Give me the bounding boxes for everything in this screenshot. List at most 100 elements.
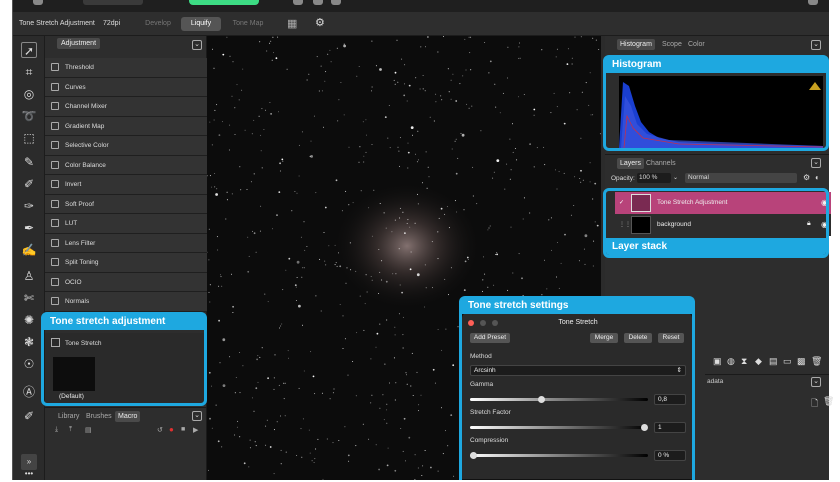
chevron-down-icon[interactable]: ⌄ — [192, 411, 202, 421]
star — [363, 161, 365, 163]
adjustment-lut[interactable]: LUT — [45, 214, 207, 234]
tab-brushes[interactable]: Brushes — [83, 411, 115, 422]
pixel-layer-icon[interactable]: ▩ — [797, 356, 806, 367]
adjustment-lens-filter[interactable]: Lens Filter — [45, 233, 207, 253]
chevron-down-icon[interactable]: ⌄ — [811, 158, 821, 168]
toolbar-icon-right[interactable] — [808, 0, 818, 5]
group-icon[interactable]: ▭ — [783, 356, 792, 367]
star — [402, 334, 404, 336]
tab-layers[interactable]: Layers — [617, 158, 645, 169]
brush-tool-icon[interactable]: ✎ — [21, 154, 37, 170]
record-icon[interactable]: ● — [169, 425, 174, 434]
blemish-tool-icon[interactable]: ❃ — [21, 334, 37, 350]
inpaint-tool-icon[interactable]: ◎ — [21, 86, 37, 102]
marquee-tool-icon[interactable]: ⬚ — [21, 130, 37, 146]
adjustment-channel-mixer[interactable]: Channel Mixer — [45, 97, 207, 117]
gear-icon[interactable]: ⚙ — [315, 16, 325, 29]
adjustment-threshold[interactable]: Threshold — [45, 58, 207, 78]
reset-icon[interactable]: ↺ — [157, 426, 163, 434]
persona-switch-green[interactable] — [189, 0, 259, 5]
opacity-row: Opacity: 100 % ⌄ Normal ⚙ ◐ — [605, 172, 829, 186]
grid-icon[interactable]: ▦ — [287, 17, 297, 30]
color-picker-icon[interactable]: ✑ — [21, 198, 37, 214]
star — [338, 99, 340, 101]
toolbar-icon-1[interactable] — [293, 0, 303, 5]
lasso-tool-icon[interactable]: ➰ — [21, 108, 37, 124]
adjustment-soft-proof[interactable]: Soft Proof — [45, 194, 207, 214]
smudge-tool-icon[interactable]: ✍ — [21, 242, 37, 258]
healing-tool-icon[interactable]: ✄ — [21, 290, 37, 306]
persona-tone-map[interactable]: Tone Map — [225, 17, 271, 31]
star — [342, 315, 344, 317]
contrast-icon[interactable]: ◐ — [815, 173, 820, 182]
tab-channels[interactable]: Channels — [643, 158, 679, 169]
tab-library[interactable]: Library — [55, 411, 82, 422]
tab-metadata[interactable]: adata — [707, 378, 723, 385]
new-layer-icon[interactable]: ▤ — [769, 356, 778, 367]
adjustment-ocio[interactable]: OCIO — [45, 272, 207, 292]
star — [255, 445, 257, 447]
star — [448, 294, 449, 296]
opacity-input[interactable]: 100 % — [637, 173, 671, 183]
star — [236, 84, 238, 86]
star — [303, 267, 305, 269]
tab-histogram[interactable]: Histogram — [617, 39, 655, 50]
eyedropper-tool-icon[interactable]: ✐ — [21, 408, 37, 424]
star — [484, 273, 486, 275]
adjustment-invert[interactable]: Invert — [45, 175, 207, 195]
opacity-dropdown-icon[interactable]: ⌄ — [673, 174, 678, 181]
chevron-down-icon[interactable]: ⌄ — [811, 377, 821, 387]
adjustment-split-toning[interactable]: Split Toning — [45, 253, 207, 273]
star — [247, 270, 250, 273]
star — [270, 40, 272, 42]
pen-tool-icon[interactable]: ✒ — [21, 220, 37, 236]
tab-adjustment[interactable]: Adjustment — [57, 38, 101, 49]
persona-develop[interactable]: Develop — [133, 17, 183, 31]
library-icon[interactable]: ▤ — [85, 426, 92, 434]
star — [419, 88, 421, 90]
chevron-down-icon[interactable]: ⌄ — [192, 40, 202, 50]
play-icon[interactable]: ▶ — [193, 426, 198, 434]
live-filter-icon[interactable]: ◆ — [755, 356, 762, 367]
import-icon[interactable]: ⤓ — [55, 426, 58, 434]
crop-tool-icon[interactable]: ⌗ — [21, 64, 37, 80]
dodge-tool-icon[interactable]: ✐ — [21, 176, 37, 192]
clone-tool-icon[interactable]: ♙ — [21, 268, 37, 284]
star — [325, 264, 327, 266]
view-tool-icon[interactable]: ☉ — [21, 356, 37, 372]
tab-color[interactable]: Color — [685, 39, 708, 50]
tab-scope[interactable]: Scope — [659, 39, 685, 50]
trash-icon[interactable]: 🗑︎ — [823, 396, 834, 407]
adjustment-gradient-map[interactable]: Gradient Map — [45, 116, 207, 136]
star — [456, 211, 458, 213]
tab-macro[interactable]: Macro — [115, 411, 141, 422]
adjustment-selective-color[interactable]: Selective Color — [45, 136, 207, 156]
fx-icon[interactable]: ▣ — [713, 356, 722, 367]
star — [510, 169, 512, 171]
adjustment-curves[interactable]: Curves — [45, 77, 207, 97]
adjustment-color-balance[interactable]: Color Balance — [45, 155, 207, 175]
star — [209, 121, 211, 123]
star — [209, 417, 211, 420]
stop-icon[interactable]: ■ — [181, 426, 185, 433]
document-icon[interactable]: 🗋︎ — [811, 396, 818, 412]
star — [590, 114, 592, 116]
chevron-down-icon[interactable]: ⌄ — [811, 40, 821, 50]
adjustment-normals[interactable]: Normals — [45, 292, 207, 312]
move-tool-icon[interactable]: ➚ — [21, 42, 37, 58]
trash-icon[interactable]: 🗑︎ — [811, 356, 822, 367]
persona-liquify[interactable]: Liquify — [181, 17, 221, 31]
adjustment-icon[interactable]: ⧗ — [741, 356, 747, 367]
star — [435, 101, 437, 103]
star — [216, 104, 218, 106]
red-eye-tool-icon[interactable]: ✺ — [21, 312, 37, 328]
persona-tool-icon[interactable]: Ⓐ — [21, 384, 37, 400]
toolbar-icon-3[interactable] — [331, 0, 341, 5]
toolbar-icon-2[interactable] — [313, 0, 323, 5]
gear-icon[interactable]: ⚙ — [803, 173, 810, 182]
star — [564, 233, 566, 236]
mask-icon[interactable]: ◍ — [727, 356, 735, 367]
blend-mode-select[interactable]: Normal — [685, 173, 797, 183]
export-icon[interactable]: ⤒ — [69, 426, 72, 434]
star — [410, 385, 412, 387]
